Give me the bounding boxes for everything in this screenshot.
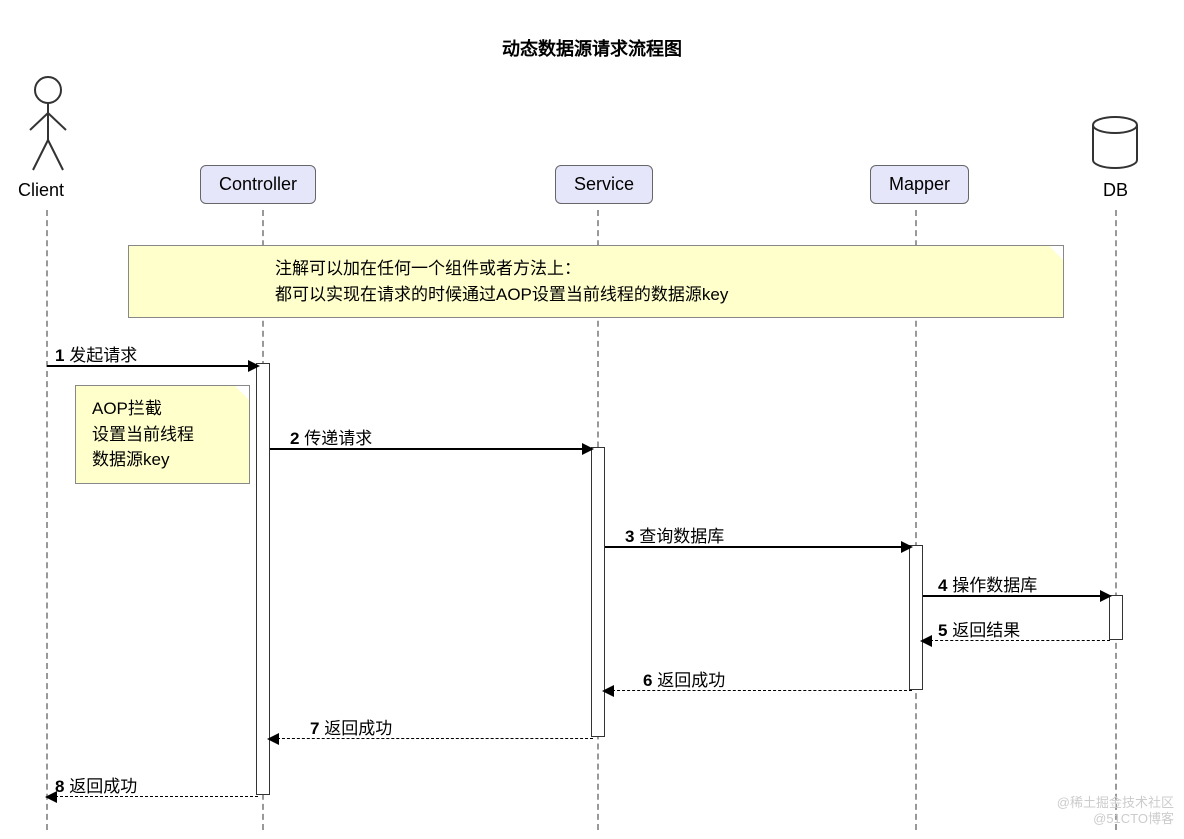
msg6-arrow — [602, 685, 614, 697]
note-line2: 都可以实现在请求的时候通过AOP设置当前线程的数据源key — [275, 282, 1047, 308]
msg7-label: 7 返回成功 — [310, 714, 392, 739]
db-lifeline — [1115, 210, 1117, 830]
aop-note-line3: 数据源key — [92, 447, 233, 473]
msg7-line — [277, 738, 593, 739]
watermark-2: @51CTO博客 — [1093, 808, 1174, 827]
msg1-arrow — [248, 360, 260, 372]
msg3-line — [605, 546, 910, 548]
controller-participant: Controller — [200, 165, 316, 204]
client-actor-icon — [28, 75, 68, 175]
client-label: Client — [18, 180, 64, 201]
msg3-arrow — [901, 541, 913, 553]
msg5-arrow — [920, 635, 932, 647]
note-line1: 注解可以加在任何一个组件或者方法上： — [275, 256, 1047, 282]
main-note: 注解可以加在任何一个组件或者方法上： 都可以实现在请求的时候通过AOP设置当前线… — [128, 245, 1064, 318]
mapper-participant: Mapper — [870, 165, 969, 204]
msg1-line — [47, 365, 257, 367]
msg8-label: 8 返回成功 — [55, 772, 137, 797]
msg5-label: 5 返回结果 — [938, 616, 1020, 641]
msg4-line — [923, 595, 1108, 597]
msg8-arrow — [45, 791, 57, 803]
mapper-activation — [909, 545, 923, 690]
service-participant: Service — [555, 165, 653, 204]
msg3-label: 3 查询数据库 — [625, 522, 724, 547]
msg4-arrow — [1100, 590, 1112, 602]
client-lifeline — [46, 210, 48, 830]
msg2-arrow — [582, 443, 594, 455]
controller-activation — [256, 363, 270, 795]
msg2-label: 2 传递请求 — [290, 424, 372, 449]
msg1-label: 1 发起请求 — [55, 341, 137, 366]
msg6-label: 6 返回成功 — [643, 666, 725, 691]
msg7-arrow — [267, 733, 279, 745]
msg6-line — [612, 690, 912, 691]
diagram-title: 动态数据源请求流程图 — [502, 35, 682, 61]
msg2-line — [270, 448, 590, 450]
db-label: DB — [1103, 180, 1128, 201]
msg5-line — [930, 640, 1110, 641]
msg8-line — [55, 796, 258, 797]
aop-note-line2: 设置当前线程 — [92, 422, 233, 448]
msg4-label: 4 操作数据库 — [938, 571, 1037, 596]
aop-note-line1: AOP拦截 — [92, 396, 233, 422]
aop-note: AOP拦截 设置当前线程 数据源key — [75, 385, 250, 484]
db-icon — [1090, 115, 1140, 185]
